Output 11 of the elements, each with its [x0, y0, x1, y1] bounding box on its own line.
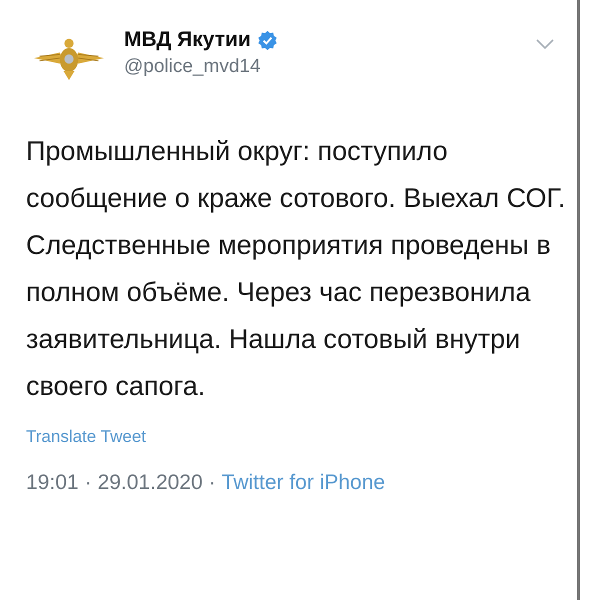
eagle-emblem-icon	[32, 36, 106, 82]
source-link[interactable]: Twitter for iPhone	[222, 471, 386, 495]
chevron-down-icon[interactable]	[535, 38, 555, 50]
tweet-date: 29.01.2020	[98, 471, 203, 495]
tweet-time: 19:01	[26, 471, 79, 495]
translate-link[interactable]: Translate Tweet	[26, 427, 577, 447]
separator-dot: ·	[84, 471, 92, 495]
tweet-text: Промышленный округ: поступило сообщение о краже сотового. Выехал СОГ. Следственные мероприятия проведены в полном объёме. Через час перезвонила заявительница. Нашла сотовый внутри своего сапога.	[26, 135, 566, 403]
separator-dot: ·	[208, 471, 216, 495]
account-handle[interactable]: @police_mvd14	[124, 56, 535, 78]
account-name[interactable]: МВД Якутии	[124, 28, 251, 52]
